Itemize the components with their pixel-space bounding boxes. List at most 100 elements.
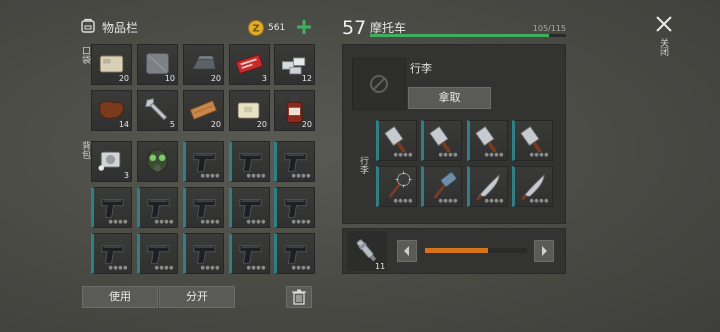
backpack-slot[interactable]: ●●●●	[274, 187, 315, 228]
backpack-slot[interactable]: ●●●●	[137, 233, 178, 274]
backpack-slot[interactable]: ●●●●	[183, 233, 224, 274]
coin-icon: Z	[248, 20, 264, 36]
pocket-slot[interactable]: 20	[183, 44, 224, 85]
pocket-slot[interactable]: 12	[274, 44, 315, 85]
chevron-left-icon	[404, 246, 409, 256]
backpack-slot[interactable]: ●●●●	[183, 187, 224, 228]
vehicle-slot[interactable]: ●●●●	[376, 166, 417, 207]
vehicle-hp-text: 105/115	[532, 24, 566, 33]
backpack-slot[interactable]: 3	[91, 141, 132, 182]
durability-dots: ●●●●	[246, 219, 266, 225]
fuel-count: 11	[375, 262, 386, 271]
pocket-slot[interactable]: 3	[229, 44, 270, 85]
inventory-title: 物品栏	[102, 21, 139, 35]
vehicle-slot[interactable]: ●●●●	[512, 120, 553, 161]
take-button-label: 拿取	[438, 91, 461, 104]
pocket-slot[interactable]: 20	[274, 90, 315, 131]
item-count: 12	[301, 74, 312, 83]
durability-dots: ●●●●	[246, 265, 266, 271]
durability-dots: ●●●●	[484, 198, 504, 204]
use-button-label: 使用	[109, 290, 131, 303]
luggage-title: 行李	[410, 62, 432, 75]
vehicle-slot[interactable]: ●●●●	[376, 120, 417, 161]
durability-dots: ●●●●	[529, 198, 549, 204]
durability-dots: ●●●●	[393, 152, 413, 158]
vehicle-slot[interactable]: ●●●●	[467, 120, 508, 161]
backpack-slot[interactable]: ●●●●	[274, 233, 315, 274]
take-button[interactable]: 拿取	[408, 87, 491, 109]
durability-dots: ●●●●	[246, 173, 266, 179]
item-count: 3	[123, 171, 129, 180]
pocket-label: 口袋	[80, 46, 90, 64]
fuel-increase-button[interactable]	[534, 240, 554, 262]
chevron-right-icon	[542, 246, 547, 256]
fuel-slot[interactable]: 11	[347, 231, 387, 271]
close-label: 关闭	[658, 38, 668, 56]
durability-dots: ●●●●	[529, 152, 549, 158]
durability-dots: ●●●●	[108, 219, 128, 225]
pocket-slot[interactable]: 10	[137, 44, 178, 85]
durability-dots: ●●●●	[291, 173, 311, 179]
vehicle-slot[interactable]: ●●●●	[512, 166, 553, 207]
item-count: 14	[118, 120, 129, 129]
empty-slot-icon	[370, 75, 388, 93]
pocket-slot[interactable]: 20	[91, 44, 132, 85]
delete-button[interactable]	[286, 286, 312, 308]
coin-count: 561	[268, 23, 286, 33]
luggage-slot[interactable]	[352, 58, 406, 110]
backpack-slot[interactable]: ●●●●	[183, 141, 224, 182]
item-count: 10	[164, 74, 175, 83]
backpack-slot[interactable]: ●●●●	[274, 141, 315, 182]
close-button[interactable]: 关闭	[652, 14, 676, 70]
vehicle-side-label: 行李	[358, 156, 368, 174]
backpack-slot[interactable]: ●●●●	[137, 187, 178, 228]
item-count: 20	[256, 120, 267, 129]
pocket-slot[interactable]: 20	[229, 90, 270, 131]
split-button[interactable]: 分开	[159, 286, 235, 308]
backpack-slot[interactable]	[137, 141, 178, 182]
backpack-slot[interactable]: ●●●●	[91, 233, 132, 274]
durability-dots: ●●●●	[108, 265, 128, 271]
backpack-slot[interactable]: ●●●●	[229, 233, 270, 274]
pocket-slot[interactable]: 14	[91, 90, 132, 131]
close-icon	[656, 16, 672, 32]
backpack-label: 背包	[80, 141, 90, 159]
fuel-bar-fill	[425, 248, 489, 253]
trash-icon	[292, 289, 306, 305]
durability-dots: ●●●●	[438, 152, 458, 158]
durability-dots: ●●●●	[154, 219, 174, 225]
vehicle-slot[interactable]: ●●●●	[421, 120, 462, 161]
durability-dots: ●●●●	[484, 152, 504, 158]
vehicle-slot[interactable]: ●●●●	[421, 166, 462, 207]
backpack-icon	[80, 17, 96, 33]
durability-dots: ●●●●	[393, 198, 413, 204]
durability-dots: ●●●●	[291, 219, 311, 225]
backpack-slot[interactable]: ●●●●	[229, 141, 270, 182]
pocket-slot[interactable]: 20	[183, 90, 224, 131]
item-count: 5	[169, 120, 175, 129]
durability-dots: ●●●●	[200, 265, 220, 271]
backpack-slot[interactable]: ●●●●	[229, 187, 270, 228]
pocket-slot[interactable]: 5	[137, 90, 178, 131]
item-count: 3	[261, 74, 267, 83]
vehicle-slot[interactable]: ●●●●	[467, 166, 508, 207]
backpack-slot[interactable]: ●●●●	[91, 187, 132, 228]
split-button-label: 分开	[186, 290, 208, 303]
add-coins-button[interactable]	[297, 19, 311, 34]
item-count: 20	[118, 74, 129, 83]
svg-text:Z: Z	[252, 24, 259, 35]
gas-mask-icon	[146, 148, 169, 173]
vehicle-level: 57	[342, 17, 367, 39]
durability-dots: ●●●●	[200, 173, 220, 179]
use-button[interactable]: 使用	[82, 286, 158, 308]
fuel-decrease-button[interactable]	[397, 240, 417, 262]
item-count: 20	[210, 120, 221, 129]
vehicle-hp-fill	[370, 34, 549, 37]
item-count: 20	[210, 74, 221, 83]
vehicle-hp-bar	[370, 34, 566, 37]
durability-dots: ●●●●	[200, 219, 220, 225]
item-count: 20	[301, 120, 312, 129]
durability-dots: ●●●●	[438, 198, 458, 204]
durability-dots: ●●●●	[154, 265, 174, 271]
fuel-bar	[425, 248, 527, 253]
